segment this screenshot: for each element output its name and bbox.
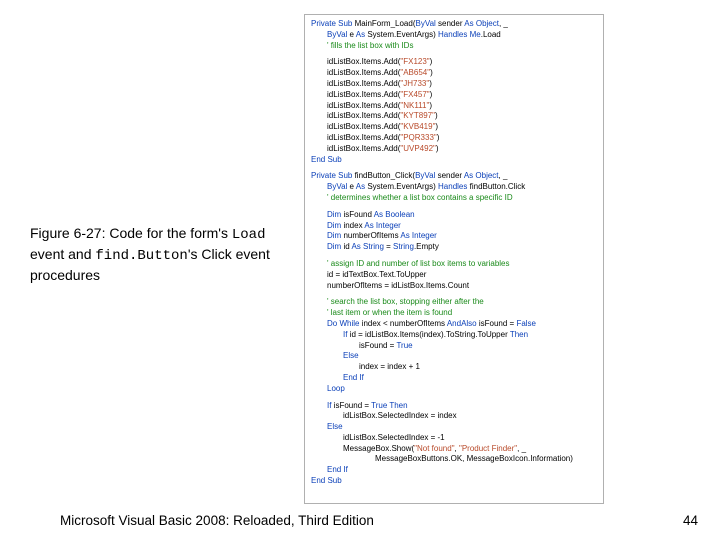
caption-code-1: Load [232, 227, 266, 243]
comment: ' fills the list box with IDs [327, 41, 413, 50]
caption-text-2: event and [30, 246, 95, 262]
kw: Private Sub [311, 19, 352, 28]
page-number: 44 [683, 513, 698, 528]
code-listing: Private Sub MainForm_Load(ByVal sender A… [304, 14, 604, 504]
caption-text: Figure 6-27: Code for the form's [30, 225, 232, 241]
caption-code-2: find.Button [95, 248, 187, 264]
footer-book-title: Microsoft Visual Basic 2008: Reloaded, T… [60, 513, 374, 528]
figure-caption: Figure 6-27: Code for the form's Load ev… [30, 224, 295, 285]
